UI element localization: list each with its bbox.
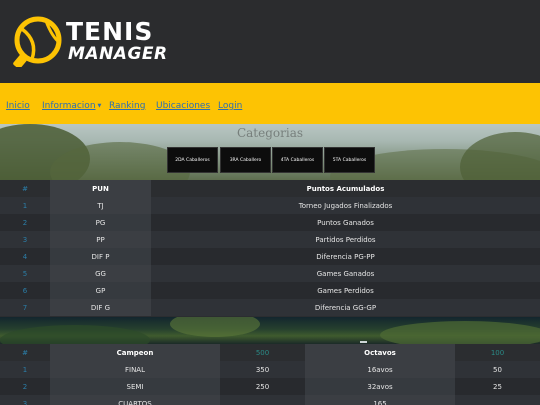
row-points-a (220, 395, 305, 405)
row-round-a: CUARTOS (50, 395, 220, 405)
tennis-racket-logo-icon[interactable] (12, 15, 64, 67)
table-row: 3 PP Partidos Perdidos (0, 231, 540, 248)
row-code: GG (50, 265, 151, 282)
column-header-index: # (22, 348, 28, 357)
row-index: 7 (0, 299, 50, 316)
row-index: 1 (0, 361, 50, 378)
row-round-b: 32avos (305, 378, 455, 395)
row-index: 5 (0, 265, 50, 282)
table-row: 2 PG Puntos Ganados (0, 214, 540, 231)
nav-link-informacion-label: Informacion (42, 101, 96, 111)
column-header-points-b: 100 (490, 348, 505, 357)
band-background-tree (170, 317, 260, 337)
row-code: PG (50, 214, 151, 231)
nav-link-ubicaciones[interactable]: Ubicaciones (156, 101, 210, 111)
column-header-code: PUN (50, 180, 151, 197)
column-header-points-a: 500 (255, 348, 270, 357)
category-button-5ta-caballeros[interactable]: 5TA Caballeros (324, 147, 375, 173)
table-row: 3 CUARTOS 165 (0, 395, 540, 405)
column-header-round-b: Octavos (305, 344, 455, 361)
row-round-a: SEMI (50, 378, 220, 395)
row-index: 3 (0, 231, 50, 248)
row-index: 2 (0, 214, 50, 231)
row-code: PP (50, 231, 151, 248)
row-points-b: 50 (455, 361, 540, 378)
table-row: 7 DIF G Diferencia GG-GP (0, 299, 540, 316)
column-header-round-a: Campeon (50, 344, 220, 361)
row-code: DIF P (50, 248, 151, 265)
row-code: TJ (50, 197, 151, 214)
row-index: 4 (0, 248, 50, 265)
table-row: 5 GG Games Ganados (0, 265, 540, 282)
row-round-a: FINAL (50, 361, 220, 378)
row-description: Puntos Ganados (151, 214, 540, 231)
table-row: 6 GP Games Perdidos (0, 282, 540, 299)
points-legend-table: # PUN Puntos Acumulados 1 TJ Torneo Juga… (0, 180, 540, 316)
table-row: 1 FINAL 350 16avos 50 (0, 361, 540, 378)
categories-hero: Categorias 2DA Caballeros 3RA Caballero … (0, 124, 540, 180)
row-code: GP (50, 282, 151, 299)
column-header-description: Puntos Acumulados (306, 184, 385, 193)
band-background-tree (0, 325, 150, 344)
table-row: 2 SEMI 250 32avos 25 (0, 378, 540, 395)
row-index: 2 (0, 378, 50, 395)
logo-title: TENIS (66, 17, 154, 46)
band-background-tree (380, 321, 540, 344)
main-nav: Inicio Informacion ▼ Ranking Ubicaciones … (0, 83, 540, 124)
round-points-table: # Campeon 500 Octavos 100 1 FINAL 350 16… (0, 344, 540, 405)
table-row: 1 TJ Torneo Jugados Finalizados (0, 197, 540, 214)
chevron-down-icon: ▼ (97, 103, 102, 109)
row-code: DIF G (50, 299, 151, 316)
row-points-b: 25 (455, 378, 540, 395)
logo-subtitle: MANAGER (68, 44, 168, 64)
category-button-3ra-caballero[interactable]: 3RA Caballero (220, 147, 271, 173)
row-description: Diferencia GG-GP (151, 299, 540, 316)
row-points-a: 250 (220, 378, 305, 395)
row-description: Games Ganados (151, 265, 540, 282)
site-header: TENIS MANAGER (0, 0, 540, 83)
row-round-b: 16avos (305, 361, 455, 378)
nav-dropdown-informacion[interactable]: Informacion ▼ (42, 101, 101, 111)
categories-heading: Categorias (236, 126, 304, 140)
nav-link-ranking[interactable]: Ranking (109, 101, 145, 111)
category-button-2da-caballeros[interactable]: 2DA Caballeros (167, 147, 218, 173)
decorative-landscape-band (0, 317, 540, 344)
row-description: Torneo Jugados Finalizados (151, 197, 540, 214)
table-header-row: # PUN Puntos Acumulados (0, 180, 540, 197)
row-points-b (455, 395, 540, 405)
row-description: Partidos Perdidos (151, 231, 540, 248)
row-description: Games Perdidos (151, 282, 540, 299)
table-row: 4 DIF P Diferencia PG-PP (0, 248, 540, 265)
row-index: 6 (0, 282, 50, 299)
column-header-index: # (22, 184, 28, 193)
nav-link-inicio[interactable]: Inicio (6, 101, 30, 111)
row-index: 3 (0, 395, 50, 405)
row-description: Diferencia PG-PP (151, 248, 540, 265)
category-button-4ta-caballeros[interactable]: 4TA Caballeros (272, 147, 323, 173)
row-points-a: 350 (220, 361, 305, 378)
slider-indicator[interactable] (360, 341, 367, 343)
row-round-b: 165 (305, 395, 455, 405)
row-index: 1 (0, 197, 50, 214)
nav-link-login[interactable]: Login (218, 101, 242, 111)
table-header-row: # Campeon 500 Octavos 100 (0, 344, 540, 361)
